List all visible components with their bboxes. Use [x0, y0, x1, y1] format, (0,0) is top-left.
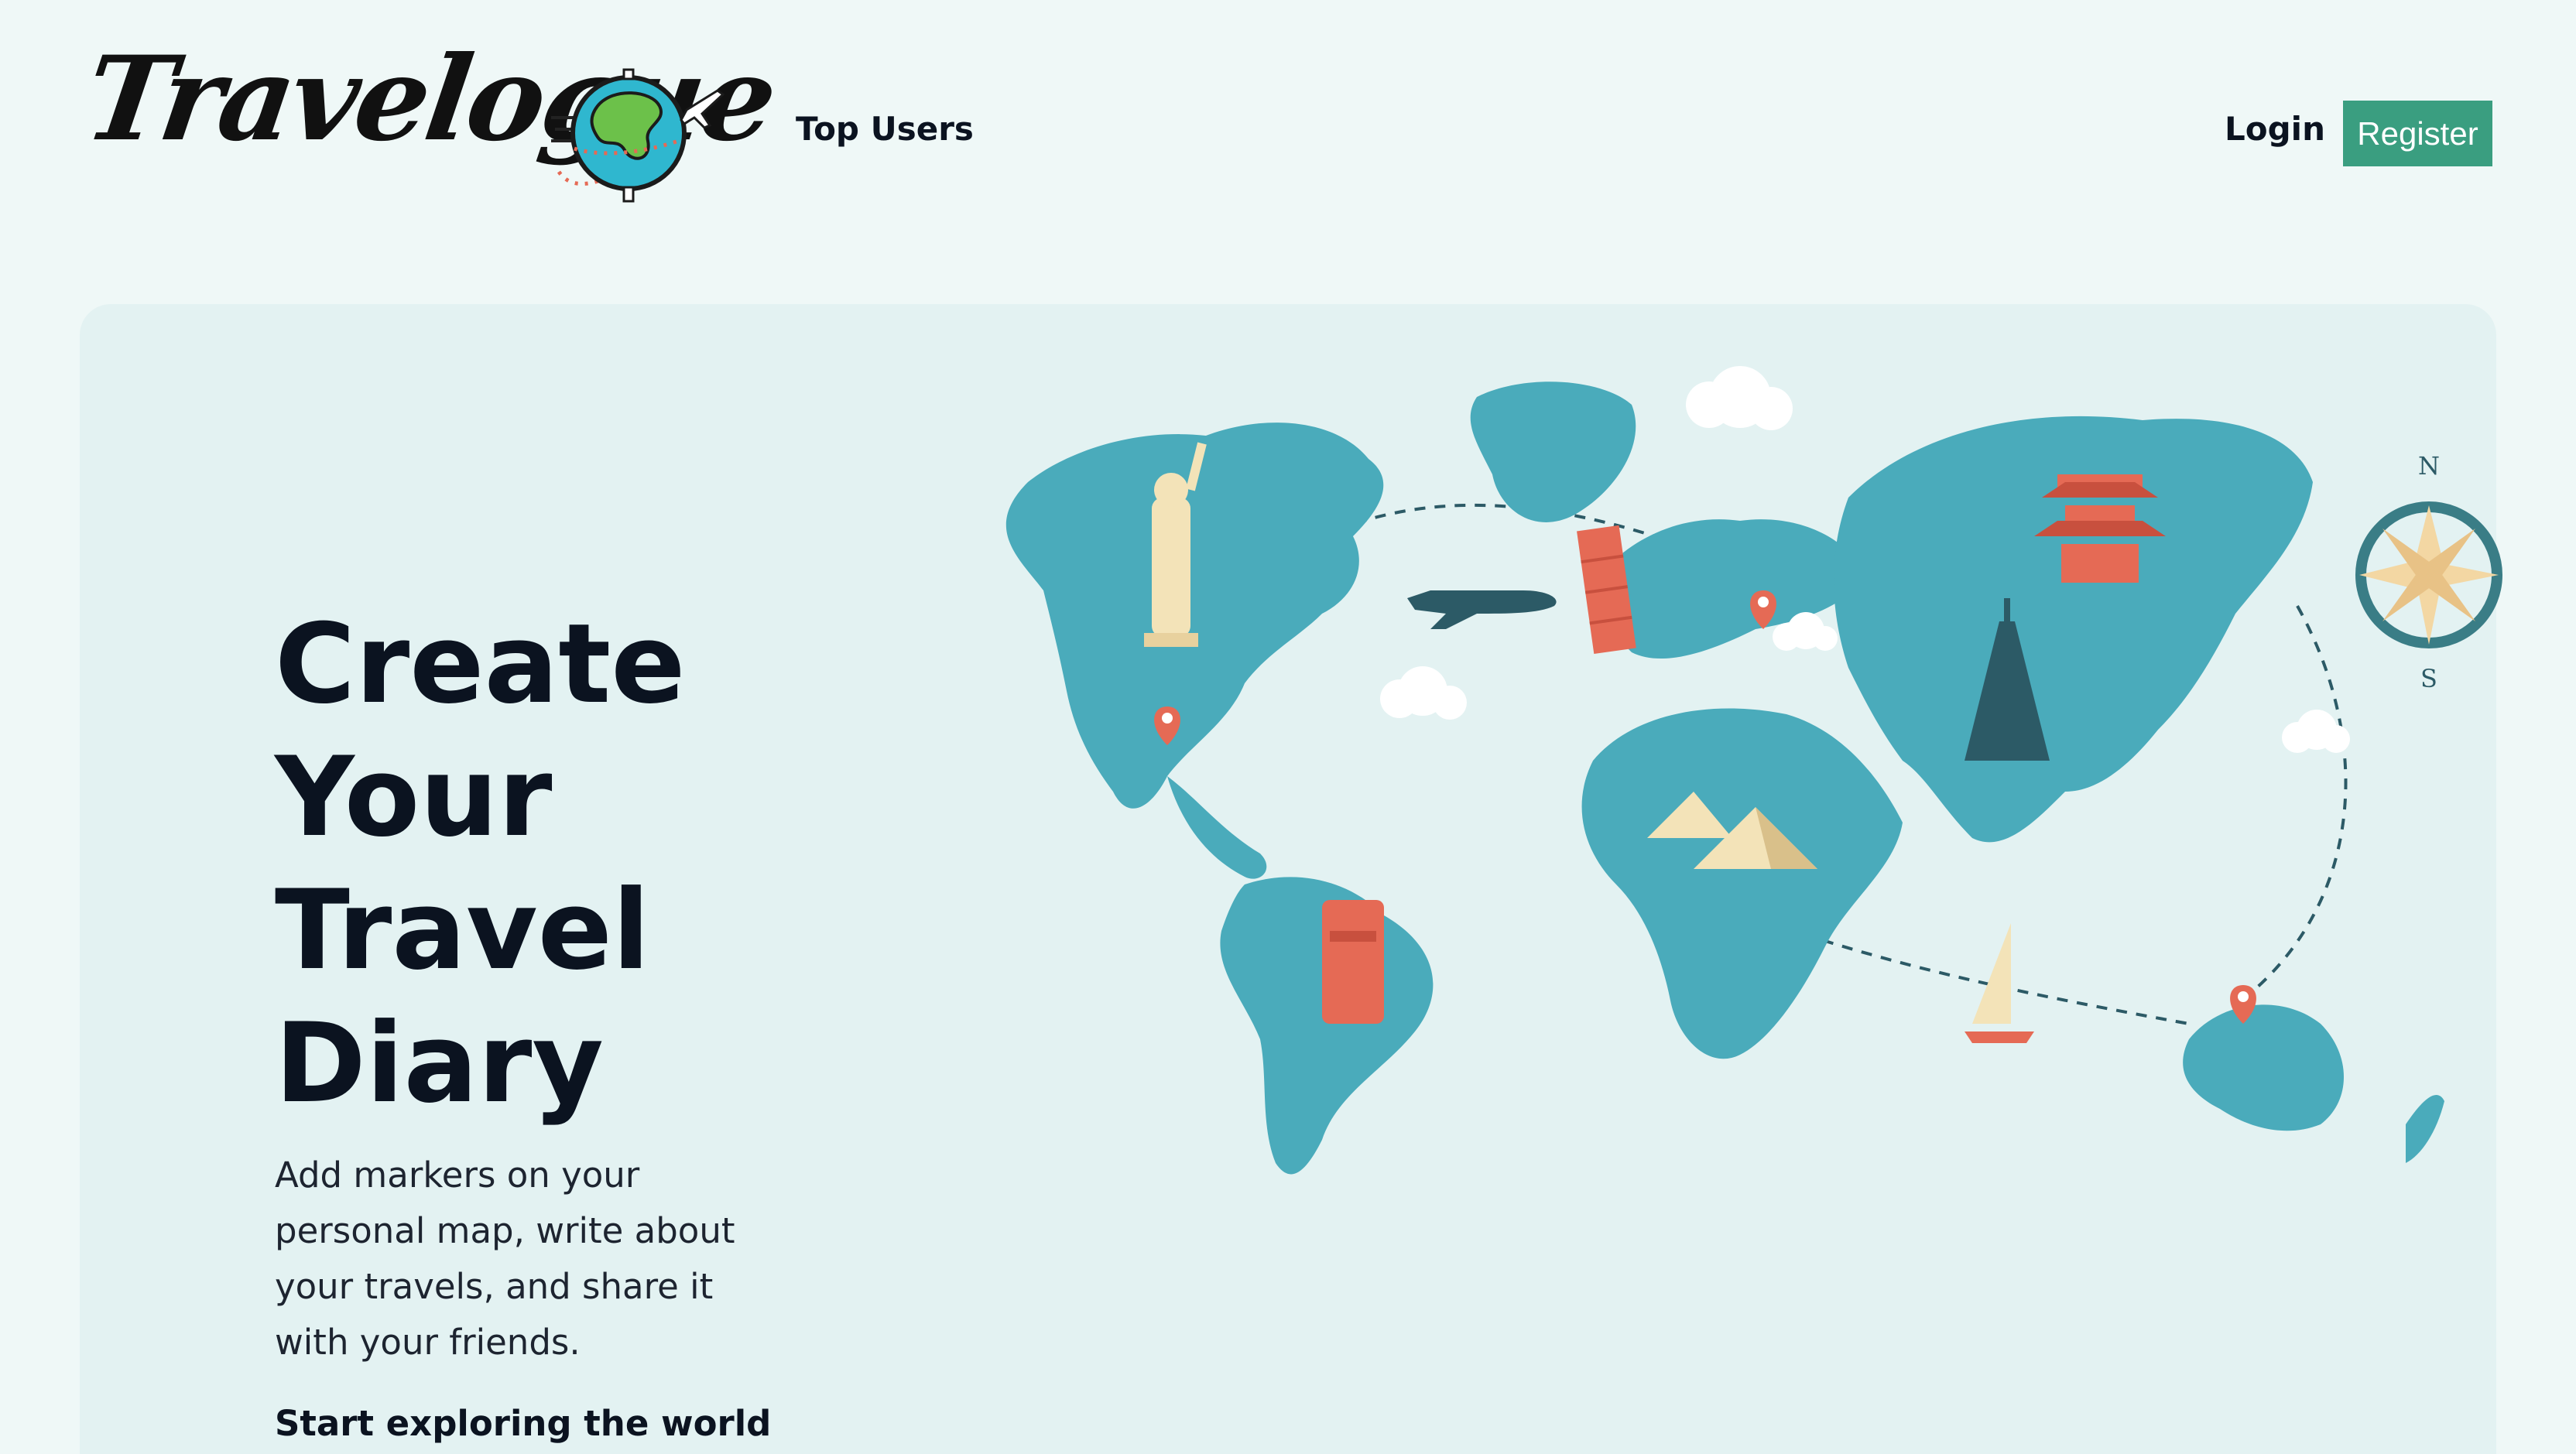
nav-login-link[interactable]: Login — [2225, 110, 2325, 148]
central-america — [1167, 776, 1267, 879]
world-map-illustration: N S — [1005, 366, 2502, 1175]
continent-greenland — [1470, 381, 1636, 522]
continent-africa — [1581, 708, 1903, 1059]
compass-north-label: N — [2418, 451, 2440, 481]
hero-subtitle: Add markers on your personal map, write … — [275, 1155, 735, 1363]
nav-top-users-link[interactable]: Top Users — [796, 110, 974, 148]
cloud-icon — [1686, 366, 1793, 430]
site-header: Travelogue Top Users Login Register — [0, 0, 2576, 279]
compass-rose-icon: N S — [2355, 451, 2502, 693]
globe-logo-icon[interactable] — [551, 63, 737, 210]
hero-title-line: Your — [275, 734, 553, 861]
hero-title-line: Travel — [275, 867, 650, 994]
compass-south-label: S — [2420, 664, 2437, 693]
hero-title: Create Your Travel Diary — [275, 598, 817, 1131]
hero-title-line: Diary — [275, 1000, 604, 1127]
hero-title-line: Create — [275, 600, 686, 728]
cloud-icon — [1380, 666, 1467, 720]
register-button[interactable]: Register — [2343, 101, 2492, 166]
cloud-icon — [2282, 710, 2350, 753]
sailboat-icon — [1965, 923, 2034, 1043]
airplane-icon — [1407, 590, 1557, 629]
moai-statue-icon — [1322, 900, 1384, 1024]
hero-section: Create Your Travel Diary Add markers on … — [80, 304, 2502, 1454]
leaning-tower-icon — [1577, 525, 1636, 655]
continent-australia — [2183, 1004, 2344, 1131]
hero-cta-text: Start exploring the world — [275, 1403, 772, 1444]
flight-route — [2249, 605, 2348, 994]
new-zealand — [2406, 1094, 2444, 1163]
